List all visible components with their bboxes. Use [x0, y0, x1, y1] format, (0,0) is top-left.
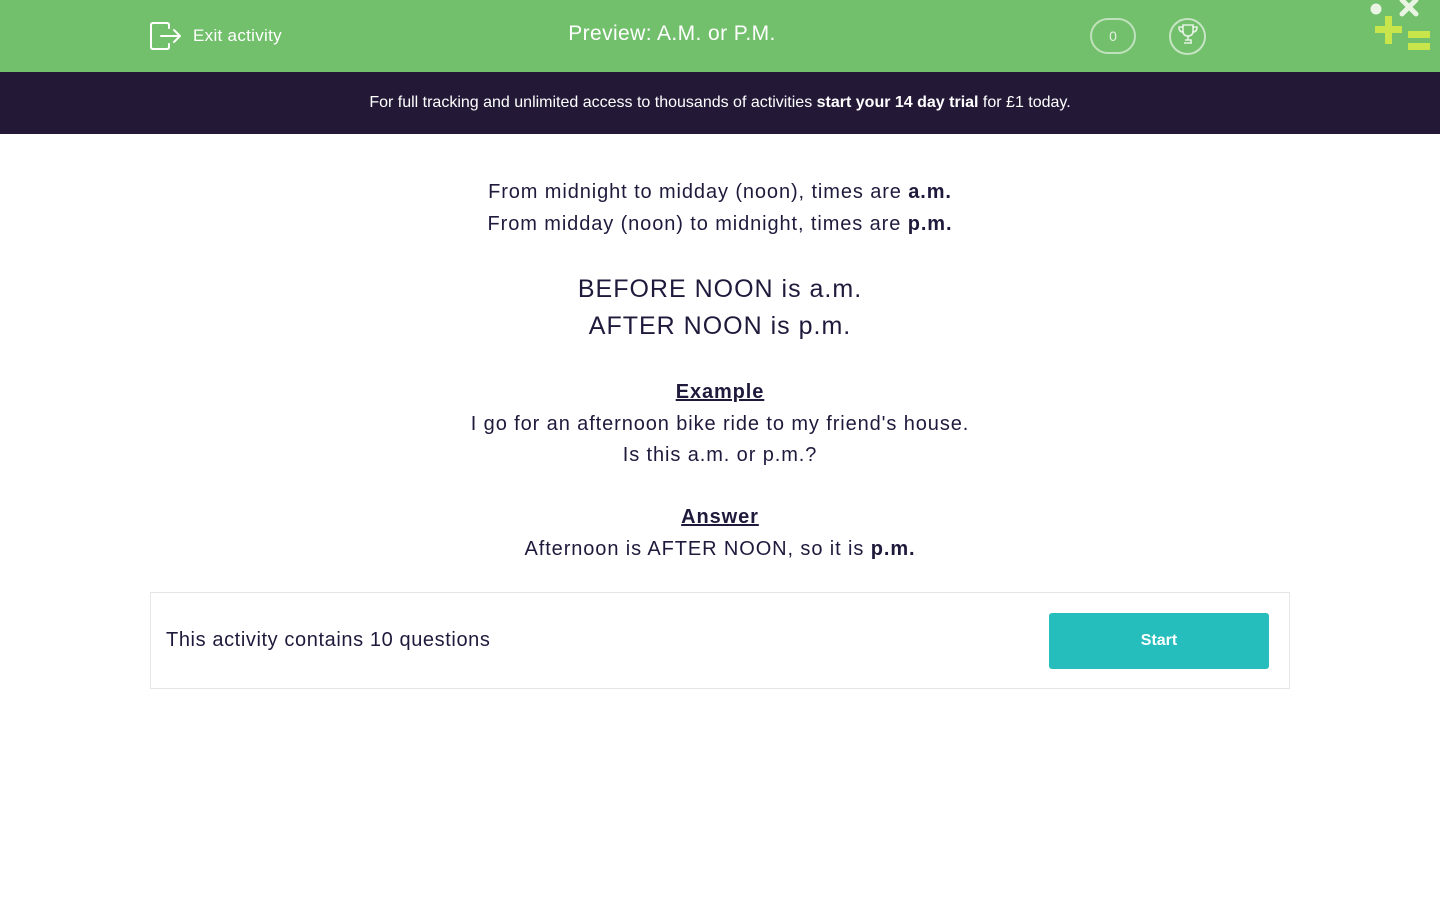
example-question: Is this a.m. or p.m.?	[622, 444, 818, 466]
score-counter: 0	[1090, 18, 1136, 54]
intro-line-am-bold: a.m.	[908, 181, 952, 203]
answer-heading: Answer	[681, 506, 759, 528]
intro-line-pm-bold: p.m.	[907, 213, 953, 235]
intro-line-am: From midnight to midday (noon), times ar…	[0, 181, 1440, 204]
answer-bold: p.m.	[870, 538, 916, 560]
intro-line-am-text: From midnight to midday (noon), times ar…	[488, 181, 909, 203]
intro-line-pm: From midday (noon) to midnight, times ar…	[0, 213, 1440, 236]
rule-before-noon: BEFORE NOON is a.m.	[577, 275, 863, 303]
brand-logo	[1366, 0, 1436, 58]
page-title: Preview: A.M. or P.M.	[568, 22, 776, 45]
rule-after-noon: AFTER NOON is p.m.	[588, 312, 852, 340]
trial-banner: For full tracking and unlimited access t…	[0, 72, 1440, 134]
banner-text: For full tracking and unlimited access t…	[369, 94, 817, 111]
top-bar: Exit activity Preview: A.M. or P.M. 0	[0, 0, 1440, 72]
intro-line-pm-text: From midday (noon) to midnight, times ar…	[487, 213, 908, 235]
start-card: This activity contains 10 questions Star…	[150, 592, 1290, 689]
trophy-button[interactable]	[1169, 18, 1206, 55]
trophy-icon	[1176, 22, 1200, 51]
start-button[interactable]: Start	[1049, 613, 1269, 669]
question-count-text: This activity contains 10 questions	[166, 629, 491, 651]
example-line: I go for an afternoon bike ride to my fr…	[470, 413, 970, 435]
banner-trial-link[interactable]: start your 14 day trial	[817, 94, 979, 111]
example-heading: Example	[675, 381, 765, 403]
answer-text: Afternoon is AFTER NOON, so it is	[524, 538, 871, 560]
banner-text-end: for £1 today.	[978, 94, 1071, 111]
answer-line: Afternoon is AFTER NOON, so it is p.m.	[0, 538, 1440, 561]
